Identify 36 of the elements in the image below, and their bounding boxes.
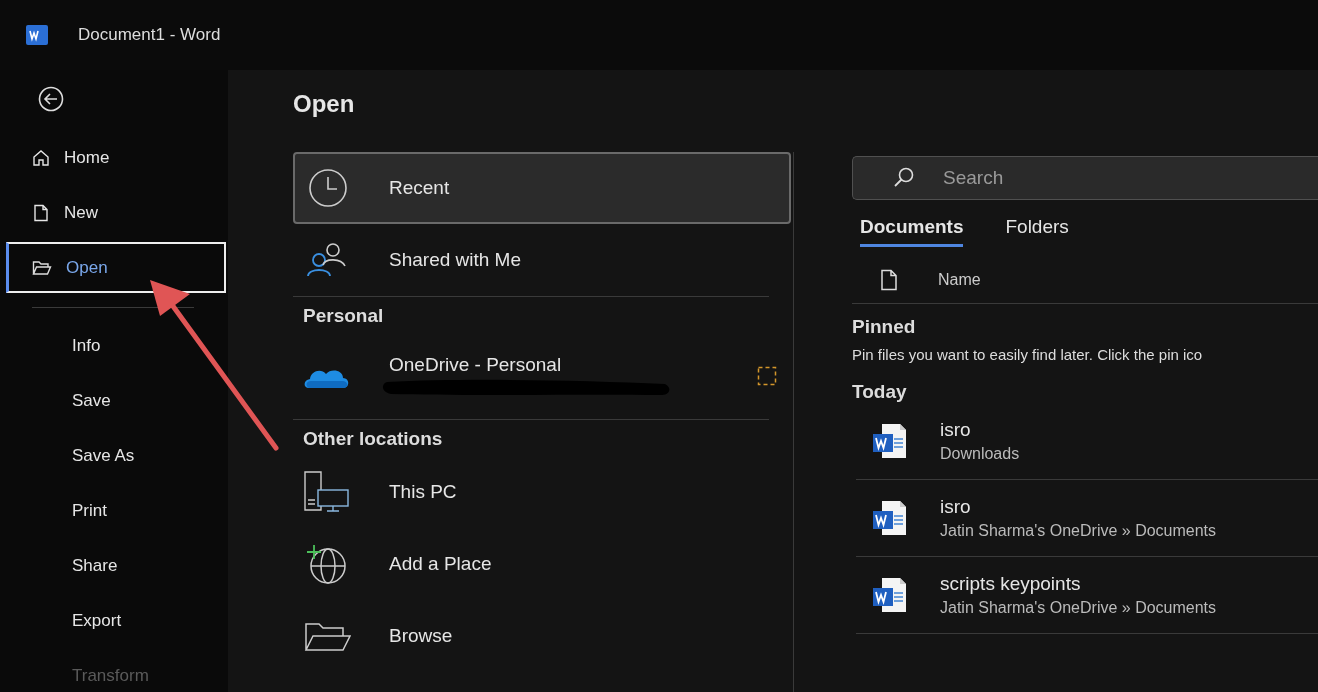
back-icon[interactable] (38, 86, 64, 112)
window-title: Document1 - Word (78, 25, 221, 45)
search-field[interactable]: Search (852, 156, 1318, 200)
nav-item[interactable]: Info (6, 320, 226, 371)
section-heading: Pinned (852, 316, 917, 338)
hint-text: Pin files you want to easily find later. Click the pin ico (852, 346, 1204, 363)
document-icon (32, 203, 50, 222)
home-icon (32, 148, 50, 167)
nav-item[interactable]: New (6, 187, 226, 238)
dashed-square-icon[interactable] (757, 366, 777, 386)
section-heading: Other locations (302, 427, 444, 451)
nav-item[interactable]: Share (6, 540, 226, 591)
tab[interactable]: Documents (860, 216, 964, 247)
file-item[interactable]: isro Downloads (856, 403, 1318, 480)
document-icon (880, 269, 898, 291)
nav-item[interactable]: Print (6, 485, 226, 536)
nav-item[interactable]: Export (6, 595, 226, 646)
location-item[interactable]: Browse (293, 600, 791, 672)
section-heading: Today (852, 381, 908, 403)
location-item[interactable]: Add a Place (293, 528, 791, 600)
word-logo-icon (26, 25, 48, 45)
file-item[interactable]: isro Jatin Sharma's OneDrive » Documents (856, 480, 1318, 557)
file-item[interactable]: scripts keypoints Jatin Sharma's OneDrive » Documents (856, 557, 1318, 634)
page-heading: Open (293, 90, 356, 119)
column-header[interactable]: Name (938, 271, 981, 289)
location-item[interactable]: Shared with Me (293, 224, 791, 296)
computer-icon (303, 470, 351, 514)
nav-item[interactable]: Home (6, 132, 226, 183)
location-item[interactable]: Recent (293, 152, 791, 224)
folder-icon (32, 258, 52, 277)
location-item[interactable]: This PC (293, 456, 791, 528)
location-item[interactable]: OneDrive - Personal (293, 333, 791, 419)
section-heading: Personal (302, 304, 385, 328)
nav-item[interactable]: Save (6, 375, 226, 426)
nav-item[interactable]: Save As (6, 430, 226, 481)
tab[interactable]: Folders (1005, 216, 1069, 247)
